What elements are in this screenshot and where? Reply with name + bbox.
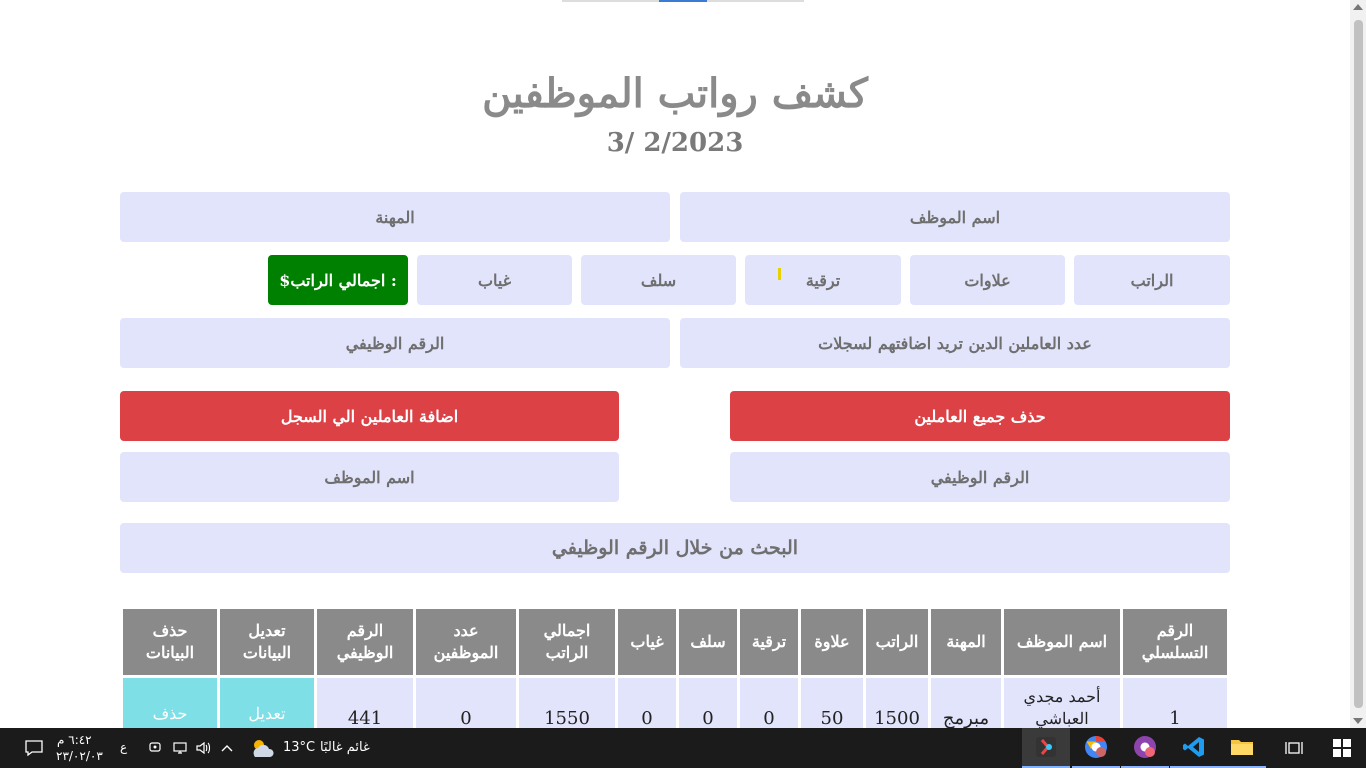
employee-name-input[interactable]: اسم الموظف — [680, 192, 1230, 242]
chevron-up-icon[interactable] — [212, 728, 242, 768]
vscode-icon[interactable] — [1170, 728, 1218, 768]
top-divider — [562, 0, 804, 2]
vertical-scrollbar[interactable] — [1350, 0, 1366, 728]
taskbar: ٦:٤٢ م ٢٣/٠٢/٠٣ ع 13°C غائم غالبًا — [0, 728, 1366, 768]
col-header-total: اجمالي الراتب — [519, 609, 615, 675]
cell-name: أحمد مجدي العباشي — [1004, 678, 1120, 728]
edit-button[interactable]: تعديل — [220, 678, 314, 728]
page-date: 3/ 2/2023 — [606, 128, 744, 158]
profession-input[interactable]: المهنة — [120, 192, 670, 242]
col-header-serial: الرقم التسلسلي — [1123, 609, 1227, 675]
col-header-bonus: علاوة — [801, 609, 863, 675]
scroll-up-icon[interactable] — [1353, 4, 1363, 10]
search-input[interactable]: البحث من خلال الرقم الوظيفي — [120, 523, 1230, 573]
cell-salary: 1500 — [866, 678, 928, 728]
workers-count-input[interactable]: عدد العاملين الدين تريد اضافتهم لسجلات — [680, 318, 1230, 368]
salary-input[interactable]: الراتب — [1074, 255, 1230, 305]
bonuses-input[interactable]: علاوات — [910, 255, 1065, 305]
scrollbar-thumb[interactable] — [1354, 20, 1363, 708]
col-header-profession: المهنة — [931, 609, 1001, 675]
absence-input[interactable]: غياب — [417, 255, 572, 305]
desktop-app-icon[interactable] — [1022, 728, 1070, 768]
search-by-name-button[interactable]: اسم الموظف — [120, 452, 619, 502]
table-header-row: الرقم التسلسلي اسم الموظف المهنة الراتب … — [123, 609, 1227, 675]
total-salary-display: : اجمالي الراتب$ — [268, 255, 408, 305]
weather-icon[interactable] — [244, 728, 280, 768]
employees-table: الرقم التسلسلي اسم الموظف المهنة الراتب … — [120, 606, 1230, 728]
delete-all-button[interactable]: حذف جميع العاملين — [730, 391, 1230, 441]
col-header-absence: غياب — [618, 609, 676, 675]
page-title: كشف رواتب الموظفين — [482, 70, 868, 117]
page: كشف رواتب الموظفين 3/ 2/2023 اسم الموظف … — [0, 0, 1350, 728]
browser-colorful-icon[interactable] — [1072, 728, 1120, 768]
col-header-salary: الراتب — [866, 609, 928, 675]
table-row: 1 أحمد مجدي العباشي مبرمج 1500 50 0 0 0 … — [123, 678, 1227, 728]
col-header-advances: سلف — [679, 609, 737, 675]
weather-temperature[interactable]: 13°C — [283, 740, 315, 755]
advances-input[interactable]: سلف — [581, 255, 736, 305]
cell-bonus: 50 — [801, 678, 863, 728]
cell-serial: 1 — [1123, 678, 1227, 728]
notification-center-icon[interactable] — [10, 728, 58, 768]
col-header-delete: حذف البيانات — [123, 609, 217, 675]
cell-profession: مبرمج — [931, 678, 1001, 728]
start-icon[interactable] — [1318, 728, 1366, 768]
cell-promotion: 0 — [740, 678, 798, 728]
clock-time[interactable]: ٦:٤٢ م — [57, 733, 92, 747]
cell-job-number: 441 — [317, 678, 413, 728]
weather-condition[interactable]: غائم غالبًا — [320, 740, 370, 755]
col-header-edit: تعديل البيانات — [220, 609, 314, 675]
task-view-icon[interactable] — [1270, 728, 1318, 768]
col-header-count: عدد الموظفين — [416, 609, 516, 675]
scroll-down-icon[interactable] — [1353, 718, 1363, 724]
language-indicator[interactable]: ع — [120, 740, 127, 754]
col-header-job-number: الرقم الوظيفي — [317, 609, 413, 675]
col-header-promotion: ترقية — [740, 609, 798, 675]
cell-total: 1550 — [519, 678, 615, 728]
search-by-job-number-button[interactable]: الرقم الوظيفي — [730, 452, 1230, 502]
cell-absence: 0 — [618, 678, 676, 728]
add-workers-button[interactable]: اضافة العاملين الي السجل — [120, 391, 619, 441]
col-header-name: اسم الموظف — [1004, 609, 1120, 675]
cell-count: 0 — [416, 678, 516, 728]
file-explorer-icon[interactable] — [1218, 728, 1266, 768]
cell-advances: 0 — [679, 678, 737, 728]
job-number-input[interactable]: الرقم الوظيفي — [120, 318, 670, 368]
text-cursor — [778, 268, 781, 280]
promotion-input[interactable]: ترقية — [745, 255, 901, 305]
browser-purple-icon[interactable] — [1121, 728, 1169, 768]
clock-date[interactable]: ٢٣/٠٢/٠٣ — [56, 749, 103, 763]
delete-button[interactable]: حذف — [123, 678, 217, 728]
